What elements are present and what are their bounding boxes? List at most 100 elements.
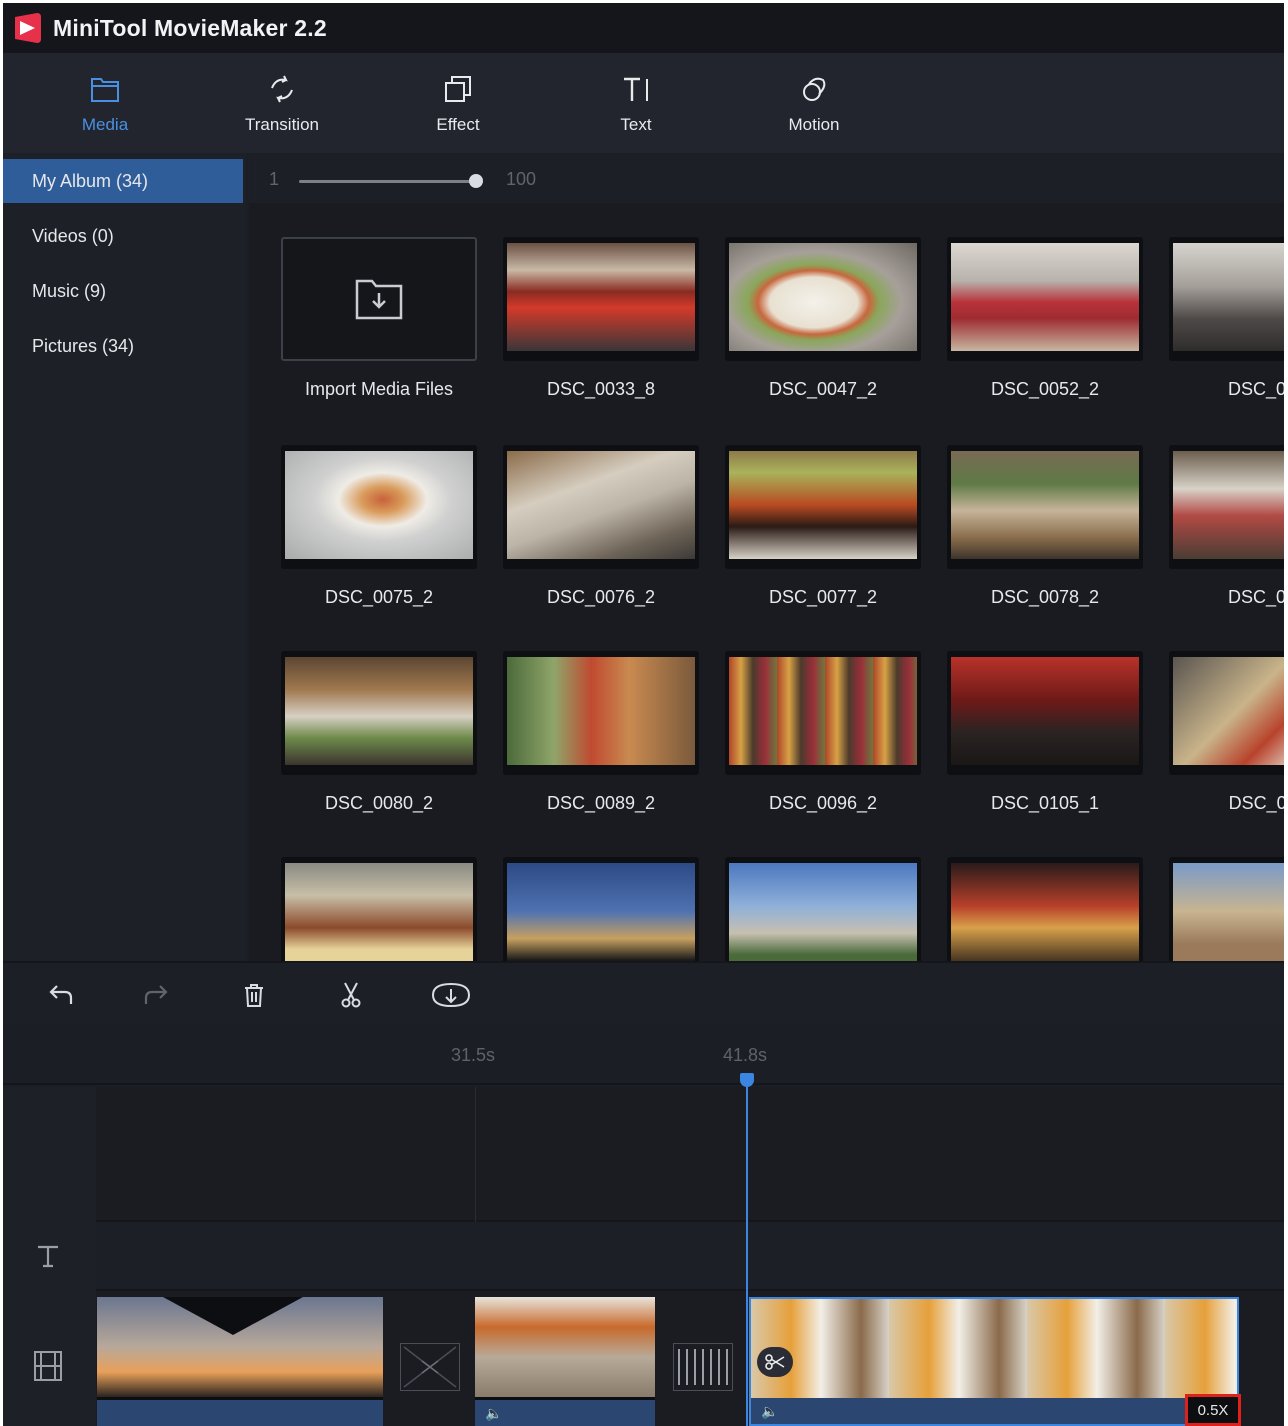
tab-effect-label: Effect: [436, 115, 480, 134]
import-media-card[interactable]: Import Media Files: [281, 237, 477, 400]
app-logo-icon: [11, 11, 45, 45]
media-item[interactable]: DSC_0077_2: [725, 445, 921, 608]
text-icon: [620, 73, 652, 105]
media-thumbnail: [503, 445, 699, 569]
sidebar-item-pictures[interactable]: Pictures (34): [3, 324, 243, 368]
media-item[interactable]: [947, 857, 1143, 961]
redo-icon: [144, 985, 168, 1004]
ruler-tick-label: 31.5s: [451, 1045, 496, 1065]
scissors-icon: [765, 1354, 785, 1370]
tab-transition[interactable]: Transition: [207, 53, 357, 153]
delete-icon: [245, 984, 263, 1007]
media-thumbnail: [503, 857, 699, 961]
text-track-icon: [35, 1243, 61, 1274]
media-item-label: DSC_0077_2: [768, 587, 878, 607]
audio-waveform: [751, 1398, 1237, 1424]
media-item[interactable]: DSC_0075_2: [281, 445, 477, 608]
tab-text[interactable]: Text: [561, 53, 711, 153]
media-item[interactable]: DSC_0080_2: [281, 651, 477, 814]
ruler-tick-label: 41.8s: [723, 1045, 768, 1065]
video-clip[interactable]: [97, 1297, 383, 1426]
sidebar-item-music[interactable]: Music (9): [3, 269, 243, 313]
video-clip[interactable]: 🔈: [475, 1297, 655, 1426]
media-item[interactable]: DSC_0089_2: [503, 651, 699, 814]
volume-icon[interactable]: 🔈: [761, 1403, 778, 1420]
scissors-icon: [341, 982, 361, 1008]
volume-icon[interactable]: 🔈: [485, 1405, 502, 1422]
effect-icon: [442, 73, 474, 105]
video-clip-selected[interactable]: 🔈: [749, 1297, 1239, 1426]
media-item[interactable]: DSC_0076_2: [503, 445, 699, 608]
import-media-button[interactable]: [281, 237, 477, 361]
timeline-toolbar: [3, 961, 1284, 1025]
split-marker-button[interactable]: [757, 1347, 793, 1377]
app-title: MiniTool MovieMaker 2.2: [53, 14, 327, 41]
media-item[interactable]: DSC_0078_2: [947, 445, 1143, 608]
transition-slot[interactable]: [673, 1343, 733, 1391]
motion-icon: [798, 73, 830, 105]
timeline-ruler[interactable]: 31.5s 41.8s: [3, 1025, 1284, 1085]
media-item[interactable]: [725, 857, 921, 961]
sidebar-item-my-album[interactable]: My Album (34): [3, 159, 243, 203]
undo-icon: [49, 985, 73, 1004]
media-thumbnail: [503, 651, 699, 775]
undo-button[interactable]: [43, 977, 79, 1013]
media-item[interactable]: DSC_007: [1169, 445, 1284, 608]
app-window: MiniTool MovieMaker 2.2 Media Transition…: [3, 3, 1284, 1426]
media-item-label: DSC_0033_8: [546, 379, 656, 399]
media-item[interactable]: [1169, 857, 1284, 961]
transition-applied-icon: [678, 1349, 728, 1385]
playhead[interactable]: [746, 1075, 748, 1426]
media-item[interactable]: DSC_0052_2: [947, 237, 1143, 400]
video-track-icon: [33, 1350, 63, 1387]
tab-motion[interactable]: Motion: [739, 53, 889, 153]
media-thumbnail: [725, 445, 921, 569]
zoom-fit-button[interactable]: [428, 977, 474, 1013]
media-item-label: DSC_0096_2: [768, 793, 878, 813]
zoom-min-label: 1: [269, 169, 280, 189]
media-thumbnail: [1169, 237, 1284, 361]
media-thumbnail: [281, 857, 477, 961]
media-item[interactable]: [503, 857, 699, 961]
redo-button[interactable]: [138, 977, 174, 1013]
transition-slot[interactable]: [400, 1343, 460, 1391]
zoom-max-label: 100: [506, 169, 537, 189]
media-item[interactable]: DSC_0047_2: [725, 237, 921, 400]
media-item-label: DSC_0080_2: [324, 793, 434, 813]
media-library: 1 100 Import Media Files DSC_0033_8 DSC_…: [249, 153, 1284, 961]
media-thumbnail: [947, 237, 1143, 361]
tab-text-label: Text: [620, 115, 652, 134]
folder-icon: [89, 73, 121, 105]
main-toolbar: Media Transition Effect Text Motion: [3, 53, 1284, 153]
album-sidebar: My Album (34) Videos (0) Music (9) Pictu…: [3, 153, 246, 961]
transition-icon: [266, 73, 298, 105]
sidebar-item-videos[interactable]: Videos (0): [3, 214, 243, 258]
media-item[interactable]: [281, 857, 477, 961]
media-item[interactable]: DSC_0033_8: [503, 237, 699, 400]
media-item-label: DSC_0052_2: [990, 379, 1100, 399]
zoom-slider-handle[interactable]: [469, 174, 483, 188]
title-bar: MiniTool MovieMaker 2.2: [3, 3, 1284, 53]
media-thumbnail: [281, 651, 477, 775]
tab-effect[interactable]: Effect: [383, 53, 533, 153]
media-thumbnail: [281, 445, 477, 569]
tab-media[interactable]: Media: [30, 53, 180, 153]
audio-waveform: [97, 1400, 383, 1426]
text-track[interactable]: [96, 1222, 1284, 1289]
media-item[interactable]: DSC_0105_1: [947, 651, 1143, 814]
media-item[interactable]: DSC_011: [1169, 651, 1284, 814]
media-item-label: DSC_0076_2: [546, 587, 656, 607]
split-button[interactable]: [333, 977, 369, 1013]
media-thumbnail: [1169, 651, 1284, 775]
media-thumbnail: [725, 651, 921, 775]
transition-placeholder-icon: [403, 1346, 457, 1388]
media-item[interactable]: DSC_0096_2: [725, 651, 921, 814]
media-thumbnail: [725, 237, 921, 361]
speed-badge[interactable]: 0.5X: [1185, 1394, 1241, 1426]
playhead-handle[interactable]: [740, 1073, 754, 1087]
delete-button[interactable]: [236, 977, 272, 1013]
media-item-label: DSC_011: [1228, 793, 1284, 813]
media-item-label: DSC_007: [1227, 587, 1284, 607]
zoom-slider-track[interactable]: [299, 180, 475, 183]
media-item[interactable]: DSC_006: [1169, 237, 1284, 400]
